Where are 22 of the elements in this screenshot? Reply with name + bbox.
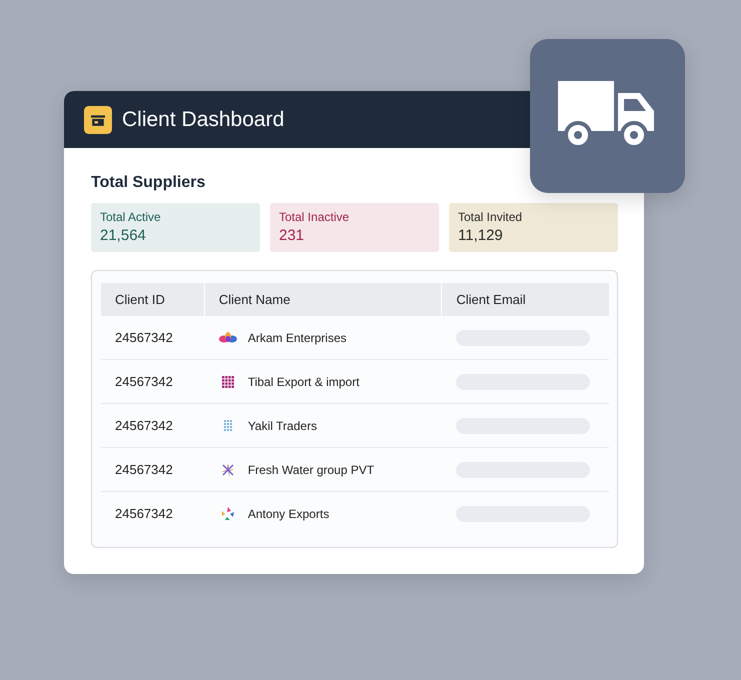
stat-value: 231 (279, 227, 306, 244)
table-cell-text: 24567342 (114, 505, 174, 523)
stat-label: Total Active (100, 210, 162, 224)
client-name: Arkam Enterprises (248, 330, 347, 344)
table-cell-text: 24567342 (114, 461, 174, 479)
table-cell-text: 24567342 (114, 329, 174, 347)
table-cell-text: 24567342 (114, 373, 174, 391)
client-name: Tibal Export & import (248, 374, 360, 388)
column-header: Client Name (204, 283, 442, 316)
column-header: Client Email (455, 291, 527, 309)
client-name: Antony Exports (248, 506, 330, 520)
window-title: Client Dashboard (122, 108, 284, 132)
column-header: Client ID (114, 291, 166, 309)
store-icon (84, 106, 112, 134)
table-cell-text: 24567342 (114, 417, 174, 435)
stat-label: Total Inactive (279, 210, 350, 224)
stat-label: Total Invited (458, 210, 524, 224)
client-name: Fresh Water group PVT (248, 462, 374, 476)
stat-value: 21,564 (100, 227, 147, 244)
section-title: Total Suppliers (91, 174, 206, 192)
stat-value: 11,129 (458, 227, 504, 244)
client-name: Yakil Traders (248, 418, 317, 432)
